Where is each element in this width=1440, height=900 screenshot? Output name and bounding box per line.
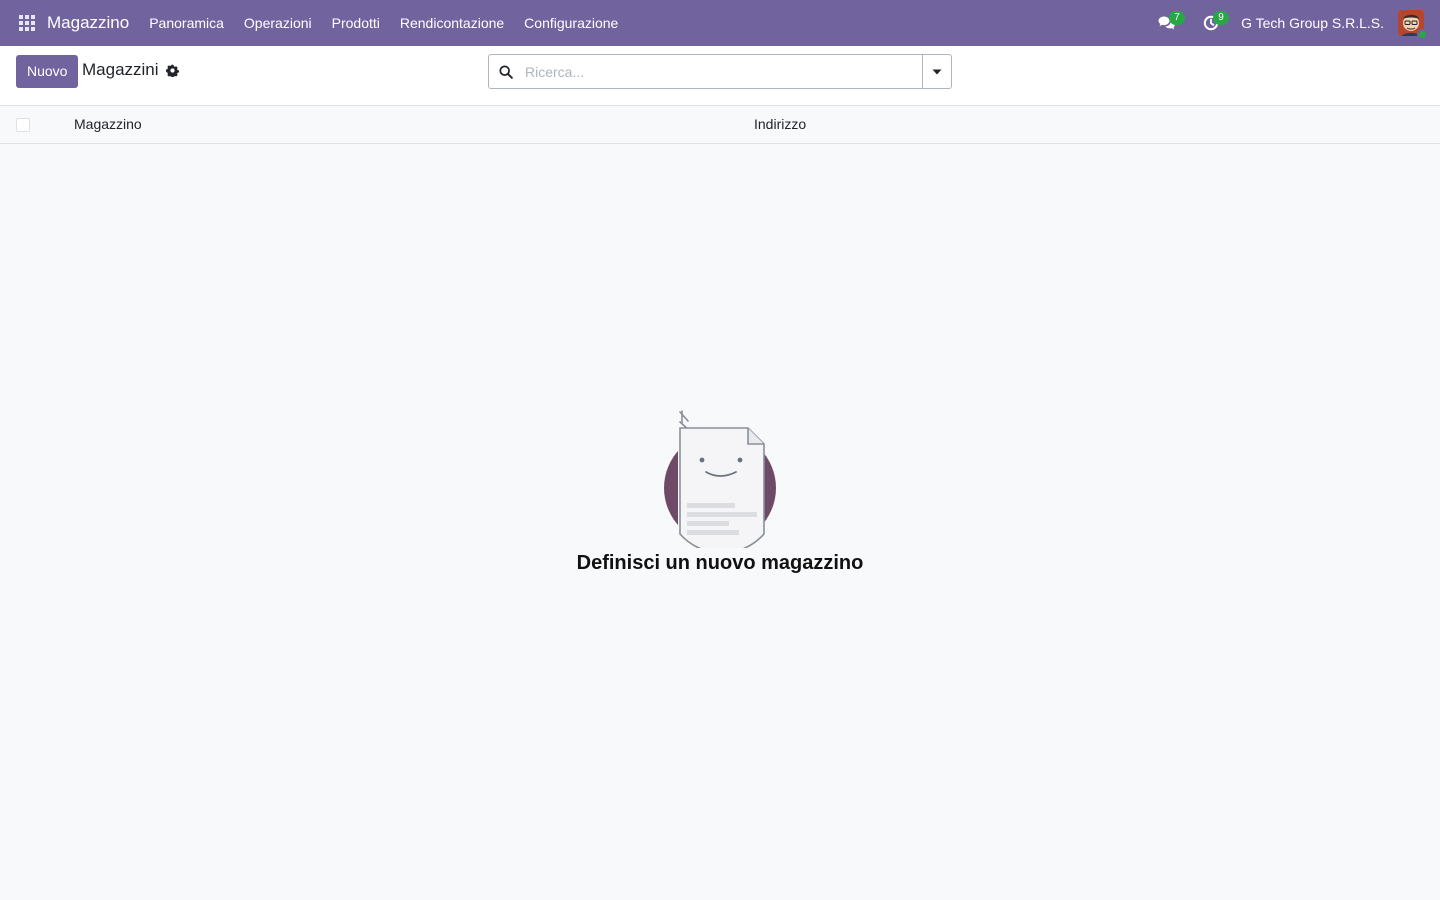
systray: 7 9 G Tech Group S.R.L.S.: [1145, 0, 1440, 46]
empty-state-title: Definisci un nuovo magazzino: [576, 552, 864, 574]
gear-icon: [165, 64, 179, 77]
control-panel: Nuovo Magazzini: [0, 46, 1440, 106]
list-header: Magazzino Indirizzo: [0, 106, 1440, 144]
menu-item-operazioni[interactable]: Operazioni: [234, 0, 322, 46]
column-header-magazzino[interactable]: Magazzino: [74, 116, 142, 132]
menu-item-panoramica[interactable]: Panoramica: [139, 0, 234, 46]
menu-item-configurazione[interactable]: Configurazione: [514, 0, 628, 46]
search-bar: [488, 54, 952, 89]
new-button[interactable]: Nuovo: [16, 55, 79, 88]
select-all-checkbox[interactable]: [16, 118, 30, 132]
activities-button[interactable]: 9: [1189, 0, 1233, 46]
messages-count-badge: 7: [1169, 11, 1186, 25]
empty-document-icon: [664, 410, 776, 554]
menu-item-rendicontazione[interactable]: Rendicontazione: [390, 0, 514, 46]
actions-gear-button[interactable]: [165, 64, 179, 77]
user-avatar[interactable]: [1398, 10, 1428, 40]
apps-menu-button[interactable]: [4, 0, 50, 46]
empty-state-illustration: [660, 408, 780, 554]
column-header-indirizzo[interactable]: Indirizzo: [754, 116, 806, 132]
search-options-toggle[interactable]: [922, 55, 951, 88]
top-navbar: Magazzino Panoramica Operazioni Prodotti…: [0, 0, 1440, 46]
activities-count-badge: 9: [1213, 11, 1230, 25]
app-name[interactable]: Magazzino: [47, 13, 129, 33]
breadcrumb: Magazzini: [82, 60, 179, 80]
menu-item-prodotti[interactable]: Prodotti: [322, 0, 390, 46]
messages-button[interactable]: 7: [1145, 0, 1189, 46]
search-input[interactable]: [523, 56, 922, 87]
search-icon: [489, 55, 523, 88]
caret-down-icon: [932, 69, 942, 74]
online-status-indicator: [1417, 29, 1428, 40]
apps-grid-icon: [19, 15, 35, 31]
main-menu: Panoramica Operazioni Prodotti Rendicont…: [139, 0, 628, 46]
company-switcher[interactable]: G Tech Group S.R.L.S.: [1233, 15, 1398, 31]
page-title: Magazzini: [82, 60, 159, 79]
